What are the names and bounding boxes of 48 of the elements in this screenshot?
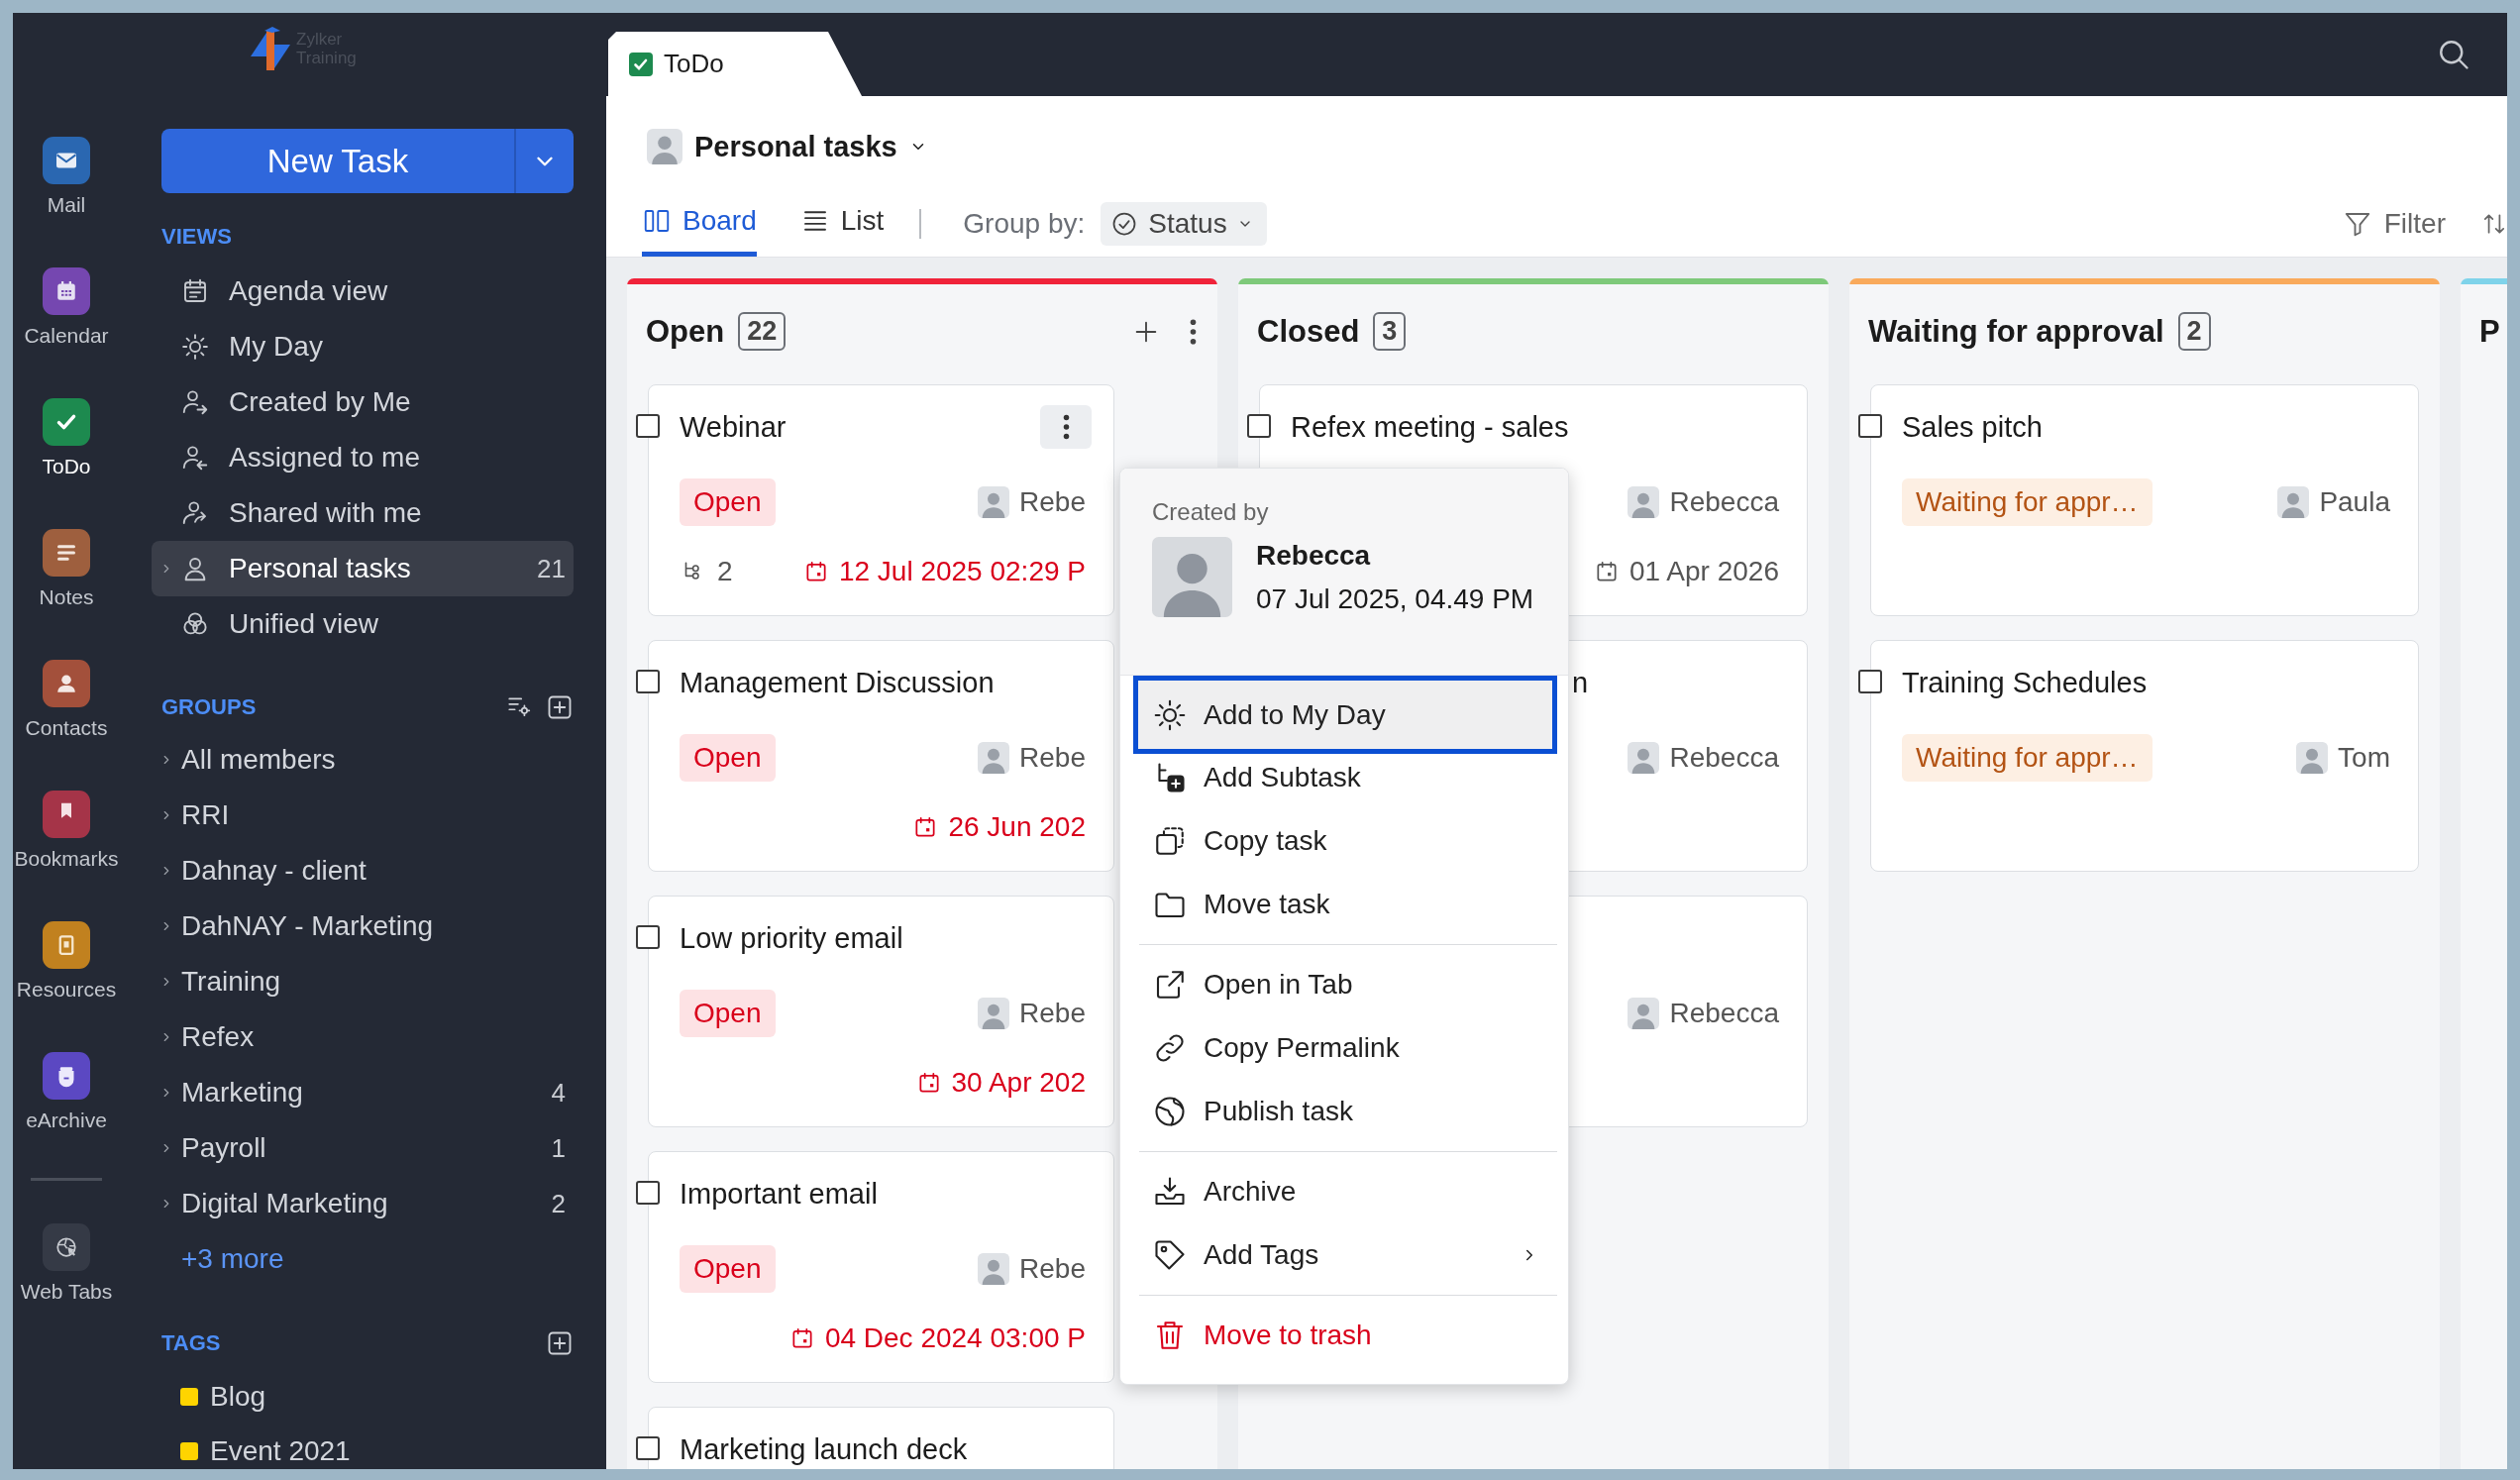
count-text: 2 [551,1188,566,1219]
assignee-name: Rebe [1019,486,1086,518]
group-by-label: Group by: [963,207,1086,240]
task-title: Important email [680,1177,878,1211]
column-title: Open [646,313,725,350]
assignee-name: Paula [2319,486,2390,518]
subtask-count: 2 [717,556,733,587]
status-badge: Open [680,734,776,782]
task-title: Webinar [680,410,787,444]
section-title: TAGS [161,1330,221,1356]
count-text: 4 [551,1077,566,1109]
task-title: Management Discussion [680,666,995,699]
task-title: Marketing launch deck [680,1432,968,1466]
status-badge: Open [680,990,776,1037]
status-badge: Waiting for appr… [1902,734,2152,782]
column-title: P [2479,313,2500,350]
column-title: Closed [1257,313,1360,350]
task-title: Training Schedules [1902,666,2148,699]
assignee-name: Rebe [1019,742,1086,774]
section-title: VIEWS [161,224,232,250]
caption-text: Created by [1152,498,1270,527]
count-badge: 2 [2177,312,2211,351]
task-title: n [1572,666,1589,699]
assignee-name: Rebecca [1669,742,1779,774]
count-text: 21 [537,553,566,584]
created-date: 07 Jul 2025, 04.49 PM [1256,582,1534,615]
assignee-name: Rebecca [1669,486,1779,518]
due-date: 12 Jul 2025 02:29 P [802,556,1086,587]
assignee-name: Rebecca [1669,998,1779,1029]
status-badge: Open [680,1245,776,1293]
due-date: 01 Apr 2026 [1593,556,1779,587]
task-title: Low priority email [680,921,903,955]
count-badge: 3 [1373,312,1407,351]
assignee-name: Rebe [1019,998,1086,1029]
count-text: 1 [551,1132,566,1164]
due-date: 04 Dec 2024 03:00 P [788,1322,1086,1354]
assignee-name: Rebe [1019,1253,1086,1285]
task-title: Sales pitch [1902,410,2043,444]
section-title: GROUPS [161,694,257,720]
status-badge: Open [680,478,776,526]
creator-name: Rebecca [1256,539,1372,572]
due-date: 30 Apr 202 [915,1067,1086,1099]
status-badge: Waiting for appr… [1902,478,2152,526]
column-title: Waiting for approval [1868,313,2164,350]
due-date: 26 Jun 202 [912,811,1086,843]
assignee-name: Tom [2338,742,2390,774]
count-badge: 22 [738,312,787,351]
task-title: Refex meeting - sales [1291,410,1569,444]
